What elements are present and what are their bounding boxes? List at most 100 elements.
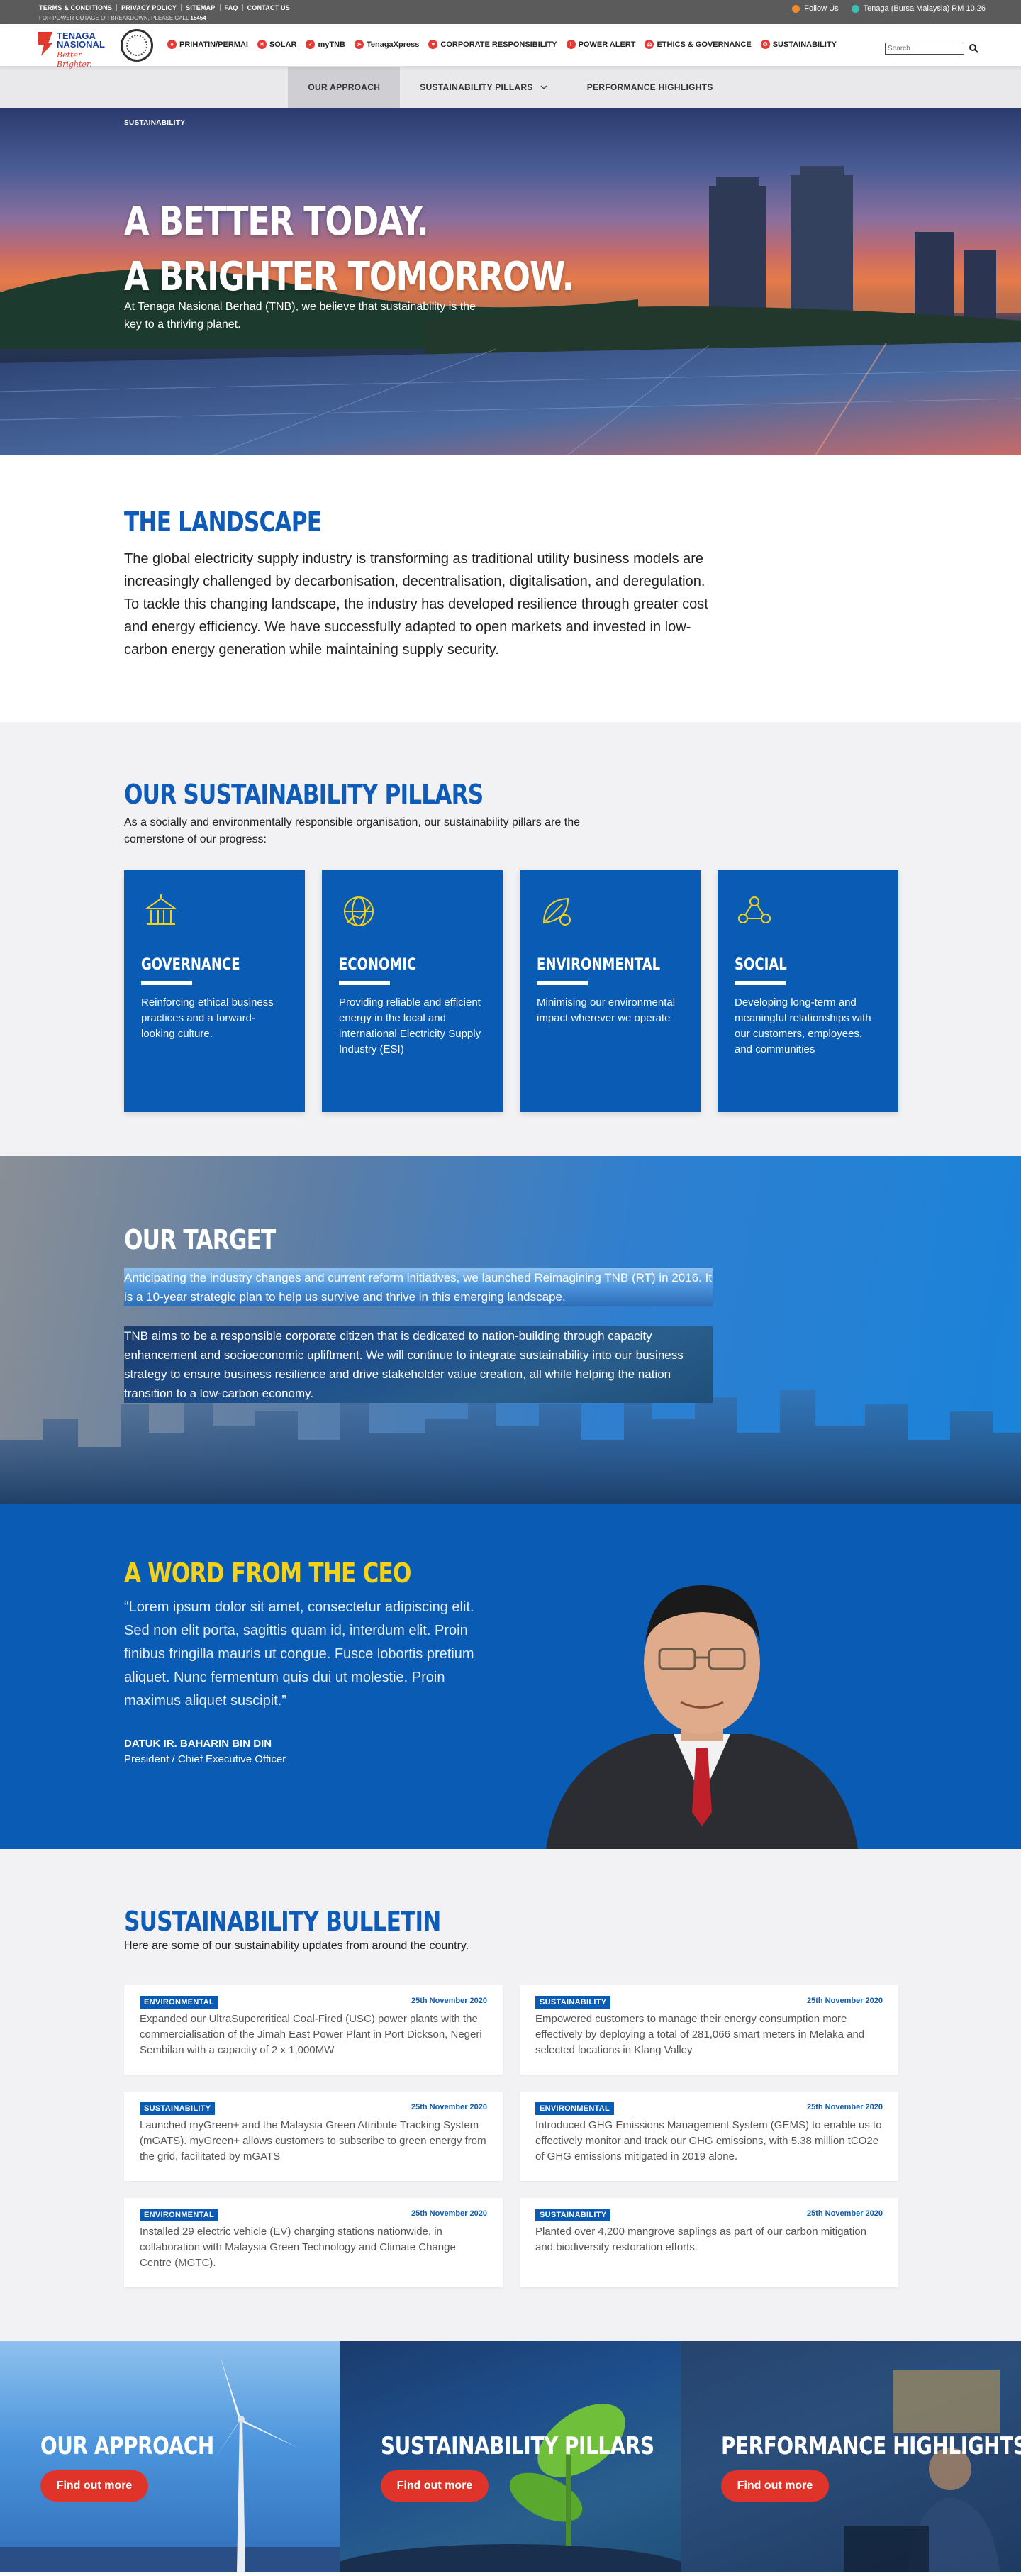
hero-title-line1: A BETTER TODAY. <box>124 199 429 245</box>
follow-us-icon <box>792 4 800 13</box>
bulletin-tag: ENVIRONMENTAL <box>140 2209 219 2221</box>
seal-logo-icon <box>121 29 153 62</box>
nav-item-label: myTNB <box>318 40 345 49</box>
search-icon[interactable] <box>969 43 978 53</box>
tab-label: OUR APPROACH <box>308 82 381 92</box>
nav-item-solar[interactable]: ☀ SOLAR <box>257 40 296 49</box>
cta-panel-sustainability-pillars: SUSTAINABILITY PILLARS Find out more <box>340 2341 681 2572</box>
pillar-divider <box>339 981 390 985</box>
pillar-divider <box>141 981 192 985</box>
pillar-card-economic[interactable]: ECONOMIC Providing reliable and efficien… <box>322 870 503 1112</box>
bulletin-card[interactable]: ENVIRONMENTAL 25th November 2020 Introdu… <box>520 2092 898 2181</box>
primary-nav: ● PRIHATIN/PERMAI ☀ SOLAR ✓ myTNB ➤ TenagaXp… <box>167 40 837 49</box>
find-out-more-button[interactable]: Find out more <box>721 2470 829 2502</box>
pillar-text: Providing reliable and efficient energy … <box>339 996 481 1055</box>
pillar-title: SOCIAL <box>735 956 787 974</box>
search-input[interactable] <box>885 43 964 55</box>
bulletin-date: 25th November 2020 <box>807 2103 883 2111</box>
link-contact[interactable]: CONTACT US <box>243 4 294 11</box>
tab-performance-highlights[interactable]: PERFORMANCE HIGHLIGHTS <box>567 67 733 108</box>
bulletin-text: Installed 29 electric vehicle (EV) charg… <box>140 2226 456 2269</box>
pillar-card-social[interactable]: SOCIAL Developing long-term and meaningf… <box>718 870 898 1112</box>
pillars-section: OUR SUSTAINABILITY PILLARS As a socially… <box>0 722 1021 1156</box>
outage-number-link[interactable]: 15454 <box>190 15 206 21</box>
bulletin-card[interactable]: SUSTAINABILITY 25th November 2020 Launch… <box>124 2092 503 2181</box>
bulletin-text: Expanded our UltraSupercritical Coal-Fir… <box>140 2013 482 2056</box>
bulletin-intro: Here are some of our sustainability upda… <box>124 1940 469 1952</box>
nav-item-sustainability[interactable]: ♻ SUSTAINABILITY <box>760 40 837 49</box>
logo-slogan: Better. Brighter. <box>57 50 92 69</box>
follow-us[interactable]: Follow Us <box>792 4 839 13</box>
sustainability-icon: ♻ <box>760 40 770 49</box>
bulletin-card[interactable]: SUSTAINABILITY 25th November 2020 Empowe… <box>520 1985 898 2075</box>
link-terms[interactable]: TERMS & CONDITIONS <box>39 4 118 11</box>
social-people-network-icon <box>738 896 771 923</box>
nav-item-mytnb[interactable]: ✓ myTNB <box>306 40 345 49</box>
target-paragraph-1: Anticipating the industry changes and cu… <box>124 1268 713 1306</box>
bulletin-date: 25th November 2020 <box>411 2103 487 2111</box>
bulletin-tag: SUSTAINABILITY <box>535 2209 611 2221</box>
bulletin-tag: ENVIRONMENTAL <box>535 2102 615 2115</box>
pillar-card-governance[interactable]: GOVERNANCE Reinforcing ethical business … <box>124 870 305 1112</box>
nav-item-power-alert[interactable]: ! POWER ALERT <box>566 40 636 49</box>
cta-panels: OUR APPROACH Find out more SUSTAINABILIT… <box>0 2341 1021 2572</box>
stock-ticker: Tenaga (Bursa Malaysia) RM 10.26 <box>851 4 986 13</box>
target-paragraph-2: TNB aims to be a responsible corporate c… <box>124 1326 713 1403</box>
pillar-title: ENVIRONMENTAL <box>537 956 661 974</box>
pillar-card-environmental[interactable]: ENVIRONMENTAL Minimising our environment… <box>520 870 701 1112</box>
cta-panel-performance-highlights: PERFORMANCE HIGHLIGHTS Find out more <box>681 2341 1021 2572</box>
sub-nav: OUR APPROACH SUSTAINABILITY PILLARS PERF… <box>0 67 1021 108</box>
target-section: OUR TARGET Anticipating the industry cha… <box>0 1156 1021 1504</box>
bulletin-section: SUSTAINABILITY BULLETIN Here are some of… <box>0 1849 1021 2341</box>
nav-item-label: SUSTAINABILITY <box>772 40 837 49</box>
cta-title: PERFORMANCE HIGHLIGHTS <box>721 2432 1021 2460</box>
bulletin-tag: ENVIRONMENTAL <box>140 1996 219 2009</box>
bulletin-text: Launched myGreen+ and the Malaysia Green… <box>140 2119 486 2163</box>
economic-globe-chart-icon <box>344 896 374 926</box>
ceo-role: President / Chief Executive Officer <box>124 1753 286 1765</box>
link-privacy[interactable]: PRIVACY POLICY <box>117 4 182 11</box>
landscape-title: THE LANDSCAPE <box>124 506 322 538</box>
bulletin-card[interactable]: SUSTAINABILITY 25th November 2020 Plante… <box>520 2198 898 2287</box>
bulletin-grid: ENVIRONMENTAL 25th November 2020 Expande… <box>124 1985 898 2287</box>
pillars-intro: As a socially and environmentally respon… <box>124 816 581 845</box>
bulletin-date: 25th November 2020 <box>411 1997 487 2005</box>
breadcrumb[interactable]: SUSTAINABILITY <box>124 119 185 127</box>
hero-title: A BETTER TODAY. A BRIGHTER TOMORROW. <box>124 194 574 305</box>
nav-item-tenagaxpress[interactable]: ➤ TenagaXpress <box>354 40 419 49</box>
nav-item-label: PRIHATIN/PERMAI <box>179 40 248 49</box>
nav-item-prihatin[interactable]: ● PRIHATIN/PERMAI <box>167 40 248 49</box>
ceo-portrait-image <box>546 1585 858 1849</box>
tab-our-approach[interactable]: OUR APPROACH <box>288 67 401 108</box>
nav-item-label: CORPORATE RESPONSIBILITY <box>440 40 557 49</box>
nav-item-label: POWER ALERT <box>578 40 636 49</box>
cta-panel-our-approach: OUR APPROACH Find out more <box>0 2341 340 2572</box>
ethics-icon: ⚖ <box>645 40 654 49</box>
bulletin-card[interactable]: ENVIRONMENTAL 25th November 2020 Expande… <box>124 1985 503 2075</box>
hero-title-line2: A BRIGHTER TOMORROW. <box>124 254 574 300</box>
outage-note-text: FOR POWER OUTAGE OR BREAKDOWN, PLEASE CA… <box>39 15 189 21</box>
landscape-section: THE LANDSCAPE The global electricity sup… <box>0 455 1021 722</box>
bulletin-date: 25th November 2020 <box>807 2209 883 2218</box>
bulletin-card[interactable]: ENVIRONMENTAL 25th November 2020 Install… <box>124 2198 503 2287</box>
pillar-divider <box>735 981 786 985</box>
nav-bullet-icon: ● <box>167 40 177 49</box>
landscape-body: The global electricity supply industry i… <box>124 551 708 657</box>
bulletin-text: Introduced GHG Emissions Management Syst… <box>535 2119 882 2163</box>
bulletin-date: 25th November 2020 <box>411 2209 487 2218</box>
nav-item-corporate-responsibility[interactable]: ♥ CORPORATE RESPONSIBILITY <box>428 40 557 49</box>
nav-item-ethics[interactable]: ⚖ ETHICS & GOVERNANCE <box>645 40 752 49</box>
utility-right: Follow Us Tenaga (Bursa Malaysia) RM 10.… <box>792 4 986 13</box>
find-out-more-button[interactable]: Find out more <box>381 2470 489 2502</box>
logo-text: TENAGA NASIONAL <box>57 30 105 50</box>
ceo-title: A WORD FROM THE CEO <box>124 1558 412 1589</box>
pillars-title: OUR SUSTAINABILITY PILLARS <box>124 779 484 810</box>
bulletin-date: 25th November 2020 <box>807 1997 883 2005</box>
link-faq[interactable]: FAQ <box>221 4 243 11</box>
link-sitemap[interactable]: SITEMAP <box>182 4 221 11</box>
tab-sustainability-pillars[interactable]: SUSTAINABILITY PILLARS <box>400 67 567 108</box>
tenagaxpress-icon: ➤ <box>354 40 364 49</box>
find-out-more-button[interactable]: Find out more <box>40 2470 148 2502</box>
tnb-logo[interactable]: TENAGA NASIONAL Better. Brighter. <box>35 28 113 69</box>
bulletin-tag: SUSTAINABILITY <box>140 2102 216 2115</box>
